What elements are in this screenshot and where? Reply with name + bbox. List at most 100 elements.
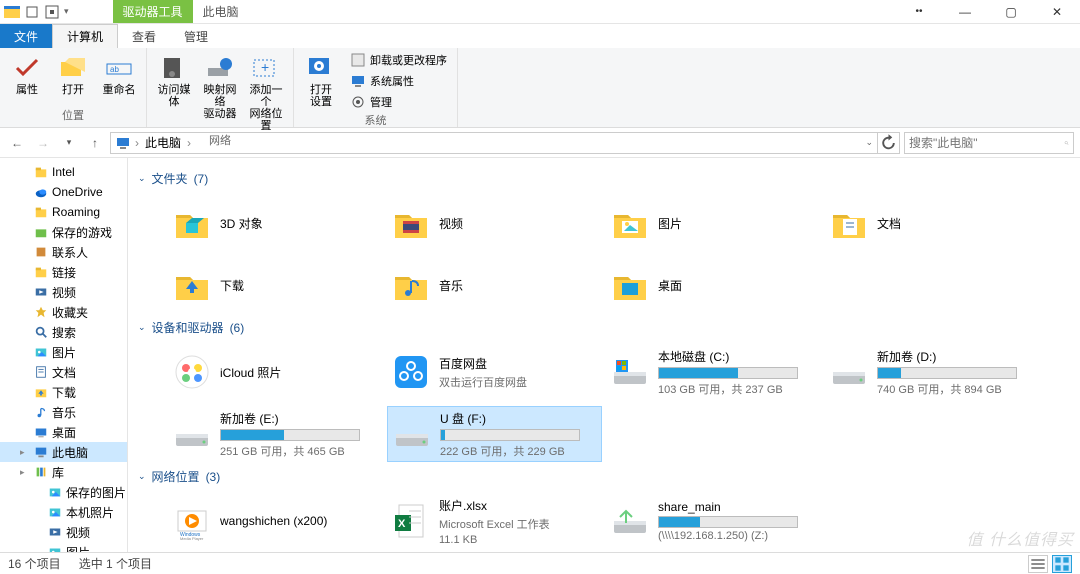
tree-item[interactable]: ▸此电脑 [0,442,127,462]
close-button[interactable]: ✕ [1034,0,1080,24]
properties-button[interactable]: 属性 [6,50,48,96]
usage-bar [440,429,580,441]
nav-tree[interactable]: IntelOneDriveRoaming保存的游戏联系人链接视频收藏夹搜索图片文… [0,158,128,558]
back-button[interactable]: ← [6,132,28,154]
open-settings-button[interactable]: 打开 设置 [300,50,342,108]
tab-view[interactable]: 查看 [118,24,170,48]
settings-icon[interactable] [44,4,60,20]
tree-item[interactable]: OneDrive [0,182,127,202]
group-header-folders[interactable]: ⌄ 文件夹 (7) [138,170,1070,187]
up-button[interactable]: ↑ [84,132,106,154]
open-button[interactable]: 打开 [52,50,94,96]
item-subtitle: 251 GB 可用，共 465 GB [220,443,379,459]
onedrive-icon [34,185,48,199]
content-item[interactable]: 图片 [606,195,821,251]
content-item[interactable]: U 盘 (F:)222 GB 可用，共 229 GB [387,406,602,462]
tree-item[interactable]: 保存的图片 [0,482,127,502]
qat-dropdown-icon[interactable]: ▾ [64,6,69,17]
content-item[interactable]: share_main(\\\\192.168.1.250) (Z:) [606,493,821,549]
search-box[interactable] [904,132,1074,154]
tree-item[interactable]: 本机照片 [0,502,127,522]
add-location-button[interactable]: + 添加一个 网络位置 [245,50,287,132]
breadcrumb-item[interactable]: 此电脑 [143,134,183,151]
group-header-network[interactable]: ⌄ 网络位置 (3) [138,468,1070,485]
item-subtitle: Microsoft Excel 工作表 [439,516,598,532]
group-header-devices[interactable]: ⌄ 设备和驱动器 (6) [138,319,1070,336]
rename-icon: ab [105,54,133,82]
svg-text:X: X [398,518,406,530]
tree-item[interactable]: 视频 [0,522,127,542]
content-item[interactable]: 百度网盘双击运行百度网盘 [387,344,602,400]
tree-item[interactable]: 音乐 [0,402,127,422]
tree-item[interactable]: Intel [0,162,127,182]
content-pane[interactable]: ⌄ 文件夹 (7) 3D 对象 视频图片文档下载音乐桌面 ⌄ 设备和驱动器 (6)… [128,158,1080,558]
desktop-icon [610,265,650,305]
map-drive-button[interactable]: 映射网络 驱动器 [199,50,241,120]
tree-item[interactable]: 搜索 [0,322,127,342]
pin-icon[interactable] [24,4,40,20]
pictures-icon [48,485,62,499]
tab-computer[interactable]: 计算机 [52,24,118,48]
maximize-button[interactable]: ▢ [988,0,1034,24]
tree-item[interactable]: 桌面 [0,422,127,442]
tree-item[interactable]: 保存的游戏 [0,222,127,242]
expand-icon[interactable]: ▸ [20,467,30,478]
forward-button[interactable]: → [32,132,54,154]
system-properties-button[interactable]: 系统属性 [346,71,451,91]
content-item[interactable]: 本地磁盘 (C:)103 GB 可用，共 237 GB [606,344,821,400]
xlsx-icon: X [391,501,431,541]
tab-file[interactable]: 文件 [0,24,52,48]
view-tiles-button[interactable] [1052,555,1072,573]
expand-icon[interactable]: ▸ [20,447,30,458]
content-item[interactable]: iCloud 照片 [168,344,383,400]
content-item[interactable]: 新加卷 (D:)740 GB 可用，共 894 GB [825,344,1040,400]
content-item[interactable]: 文档 [825,195,1040,251]
chevron-down-icon[interactable]: ⌄ [138,322,146,333]
content-item[interactable]: 新加卷 (E:)251 GB 可用，共 465 GB [168,406,383,462]
content-item[interactable]: 视频 [387,195,602,251]
recent-dropdown[interactable]: ▾ [58,132,80,154]
uninstall-button[interactable]: 卸载或更改程序 [346,50,451,70]
main-area: IntelOneDriveRoaming保存的游戏联系人链接视频收藏夹搜索图片文… [0,158,1080,558]
tree-item[interactable]: Roaming [0,202,127,222]
content-item[interactable]: 桌面 [606,257,821,313]
tree-item[interactable]: 图片 [0,342,127,362]
ribbon-tabs: 文件 计算机 查看 管理 [0,24,1080,48]
address-dropdown-icon[interactable]: ⌄ [865,137,873,148]
rename-button[interactable]: ab 重命名 [98,50,140,96]
content-item[interactable]: 音乐 [387,257,602,313]
view-details-button[interactable] [1028,555,1048,573]
map-drive-icon [206,54,234,82]
item-name: iCloud 照片 [220,364,379,381]
minimize-button[interactable]: — [942,0,988,24]
content-item[interactable]: WindowsMedia Playerwangshichen (x200) [168,493,383,549]
tree-item[interactable]: 收藏夹 [0,302,127,322]
tree-item[interactable]: 文档 [0,362,127,382]
library-icon [34,465,48,479]
item-name: 视频 [439,215,598,232]
refresh-button[interactable] [878,132,900,154]
crumb-sep[interactable]: › [135,136,139,150]
3d-icon [172,203,212,243]
search-icon[interactable] [1064,136,1069,150]
chevron-down-icon[interactable]: ⌄ [138,471,146,482]
tree-item[interactable]: 联系人 [0,242,127,262]
ribbon-minimize-icon[interactable]: •• [896,0,942,24]
contextual-tab[interactable]: 驱动器工具 [113,0,193,23]
search-input[interactable] [909,136,1064,150]
access-media-button[interactable]: 访问媒体 [153,50,195,108]
address-bar[interactable]: › 此电脑 › ⌄ [110,132,878,154]
crumb-sep[interactable]: › [187,136,191,150]
manage-button[interactable]: 管理 [346,92,451,112]
tree-item[interactable]: 视频 [0,282,127,302]
content-item[interactable]: 3D 对象 [168,195,383,251]
tree-item[interactable]: 下载 [0,382,127,402]
content-item[interactable]: X账户.xlsxMicrosoft Excel 工作表11.1 KB [387,493,602,549]
tab-manage[interactable]: 管理 [170,24,222,48]
item-name: 百度网盘 [439,355,598,372]
chevron-down-icon[interactable]: ⌄ [138,173,146,184]
tree-item[interactable]: 链接 [0,262,127,282]
tree-item[interactable]: ▸库 [0,462,127,482]
content-item[interactable]: 下载 [168,257,383,313]
ribbon-group-location: 属性 打开 ab 重命名 位置 [0,48,147,127]
